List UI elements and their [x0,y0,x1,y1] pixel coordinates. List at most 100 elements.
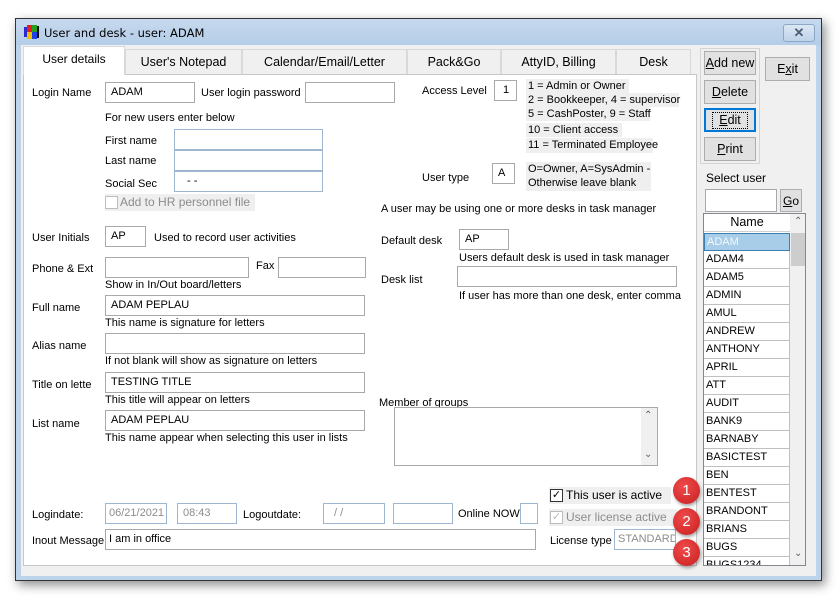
user-active-checkbox[interactable]: ✓ [550,489,563,502]
scroll-up-icon[interactable]: ⌃ [644,411,652,421]
tab-user-details[interactable]: User details [23,46,125,75]
hr-checkbox[interactable] [105,196,118,209]
user-list-item[interactable]: BUGS [704,539,790,557]
default-desk-hint: Users default desk is used in task manag… [459,252,670,264]
tab-attyid-billing[interactable]: AttyID, Billing [501,49,616,75]
access-note-2: 2 = Bookkeeper, 4 = supervisor [526,93,681,107]
scroll-down-icon[interactable]: ⌄ [794,548,802,559]
password-label: User login password [201,87,301,99]
online-now-label: Online NOW [458,508,520,520]
groups-scrollbar[interactable]: ⌃ ⌄ [641,408,657,465]
last-name-input[interactable] [174,150,323,171]
title-input[interactable]: TESTING TITLE [105,372,365,393]
license-active-row[interactable]: ✓ User license active [549,509,677,526]
user-list-item[interactable]: ADAM5 [704,269,790,287]
license-type-input[interactable]: STANDARD [614,529,676,550]
add-new-button[interactable]: Add new [704,51,756,75]
groups-list[interactable]: ⌃ ⌄ [394,407,658,466]
select-user-input[interactable] [705,189,777,212]
exit-button[interactable]: Exit [765,57,810,81]
tab-users-notepad[interactable]: User's Notepad [125,49,242,75]
user-list-scrollbar[interactable]: ⌃ ⌄ [790,214,805,565]
edit-button[interactable]: Edit [704,108,756,132]
close-icon: ✕ [793,25,805,40]
scroll-thumb[interactable] [791,233,805,266]
logindate-input[interactable]: 06/21/2021 [105,503,167,524]
logintime-input[interactable]: 08:43 [177,503,237,524]
tab-desk[interactable]: Desk [616,49,691,75]
desk-list-label: Desk list [381,274,423,286]
alias-input[interactable] [105,333,365,354]
user-list-item[interactable]: BUGS1234 [704,557,790,565]
license-type-label: License type [550,535,612,547]
list-name-input[interactable]: ADAM PEPLAU [105,410,365,431]
logouttime-input[interactable] [393,503,453,524]
name-column-header[interactable]: Name [704,214,790,232]
fax-input[interactable] [278,257,366,278]
hr-checkbox-row[interactable]: Add to HR personnel file [105,194,255,211]
user-list-item[interactable]: ADMIN [704,287,790,305]
close-button[interactable]: ✕ [783,24,815,42]
full-name-input[interactable]: ADAM PEPLAU [105,295,365,316]
password-input[interactable] [305,82,395,103]
login-name-input[interactable]: ADAM [105,82,195,103]
delete-button[interactable]: Delete [704,80,756,104]
user-list-item[interactable]: AUDIT [704,395,790,413]
user-initials-label: User Initials [32,232,90,244]
user-list-item[interactable]: ADAM [704,233,790,251]
access-note-4: 10 = Client access [526,123,622,137]
user-list-item[interactable]: BRIANS [704,521,790,539]
user-list-item[interactable]: BENTEST [704,485,790,503]
user-list-item[interactable]: BARNABY [704,431,790,449]
access-note-5: 11 = Terminated Employee [526,138,659,153]
user-list-item[interactable]: ANDREW [704,323,790,341]
user-list-item[interactable]: AMUL [704,305,790,323]
user-list-item[interactable]: ADAM4 [704,251,790,269]
license-active-checkbox[interactable]: ✓ [550,511,563,524]
full-name-label: Full name [32,302,81,314]
user-and-desk-window: User and desk - user: ADAM ✕ User detail… [15,18,822,581]
default-desk-input[interactable]: AP [459,229,509,250]
user-list-item[interactable]: BASICTEST [704,449,790,467]
scroll-up-icon[interactable]: ⌃ [794,216,802,227]
list-name-label: List name [32,418,80,430]
phone-input[interactable] [105,257,249,278]
app-icon [24,25,39,39]
online-now-input[interactable] [520,503,538,524]
access-level-input[interactable]: 1 [494,80,517,101]
select-user-label: Select user [706,171,767,185]
title-label: Title on lette [32,379,92,391]
list-name-hint: This name appear when selecting this use… [105,432,348,444]
logoutdate-label: Logoutdate: [243,509,302,521]
user-type-note-2: Otherwise leave blank [526,176,651,191]
social-sec-input[interactable]: - - [174,171,323,192]
inout-message-input[interactable]: I am in office [105,529,536,550]
user-type-input[interactable]: A [492,163,515,184]
desk-list-input[interactable] [457,266,677,287]
access-note-3: 5 = CashPoster, 9 = Staff [526,107,651,121]
user-list-item[interactable]: ANTHONY [704,341,790,359]
user-list-grid[interactable]: Name ADAM ADAM4 ADAM5 ADMIN AMUL ANDREW ANTHON… [703,213,806,566]
access-note-1: 1 = Admin or Owner [526,79,629,93]
default-desk-label: Default desk [381,235,443,247]
user-list-item[interactable]: BRANDONT [704,503,790,521]
user-list-item[interactable]: BEN [704,467,790,485]
license-active-label: User license active [566,510,667,524]
user-type-note-1: O=Owner, A=SysAdmin - [526,162,651,177]
tab-calendar-email-letter[interactable]: Calendar/Email/Letter [242,49,407,75]
user-list-item[interactable]: ATT [704,377,790,395]
full-name-hint: This name is signature for letters [105,317,265,329]
user-list-item[interactable]: APRIL [704,359,790,377]
print-button[interactable]: Print [704,137,756,161]
user-active-row[interactable]: ✓ This user is active [549,487,671,504]
login-name-label: Login Name [32,87,92,99]
inout-message-label: Inout Message [32,535,105,547]
user-list-item[interactable]: BANK9 [704,413,790,431]
tab-pack-and-go[interactable]: Pack&Go [407,49,501,75]
first-name-input[interactable] [174,129,323,150]
logoutdate-input[interactable]: / / [323,503,385,524]
user-initials-input[interactable]: AP [105,226,146,247]
phone-hint: Show in In/Out board/letters [105,279,242,291]
go-button[interactable]: Go [780,189,802,212]
scroll-down-icon[interactable]: ⌄ [644,450,652,460]
